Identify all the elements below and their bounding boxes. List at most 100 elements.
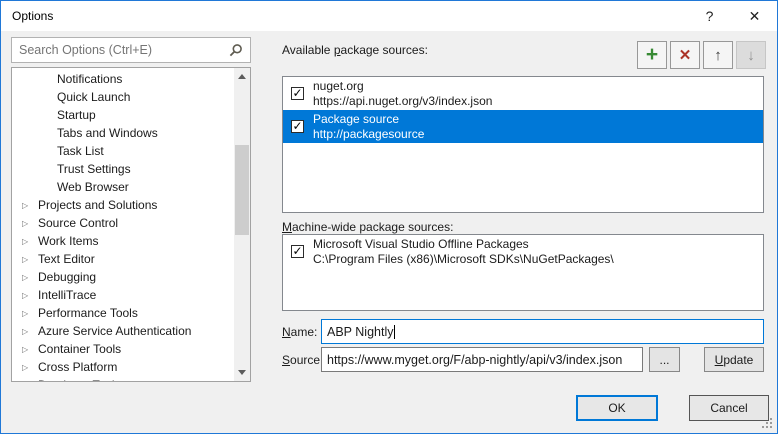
package-source-row[interactable]: ✓ Microsoft Visual Studio Offline Package… bbox=[283, 235, 763, 268]
tree-item-label: Task List bbox=[57, 144, 104, 158]
tree-item-cross-platform[interactable]: ▷Cross Platform bbox=[12, 358, 233, 376]
source-label: Source: bbox=[282, 353, 323, 367]
ok-label: OK bbox=[608, 401, 625, 415]
expand-arrow-icon[interactable]: ▷ bbox=[22, 219, 38, 228]
expand-arrow-icon[interactable]: ▷ bbox=[22, 291, 38, 300]
tree-item-label: Container Tools bbox=[38, 342, 121, 356]
delete-icon: ✕ bbox=[679, 48, 692, 63]
package-source-url: http://packagesource bbox=[313, 127, 424, 142]
move-down-button[interactable]: ↓ bbox=[736, 41, 766, 69]
tree-item-work-items[interactable]: ▷Work Items bbox=[12, 232, 233, 250]
browse-button[interactable]: ... bbox=[649, 347, 680, 372]
resize-grip[interactable] bbox=[761, 417, 773, 429]
tree-item-label: Debugging bbox=[38, 270, 96, 284]
checkbox-icon[interactable]: ✓ bbox=[291, 120, 304, 133]
tree-item-label: Azure Service Authentication bbox=[38, 324, 191, 338]
tree-item-label: Projects and Solutions bbox=[38, 198, 157, 212]
tree-item-source-control[interactable]: ▷Source Control bbox=[12, 214, 233, 232]
checkbox-icon[interactable]: ✓ bbox=[291, 245, 304, 258]
help-icon: ? bbox=[706, 8, 714, 24]
expand-arrow-icon[interactable]: ▷ bbox=[22, 327, 38, 336]
package-source-text: Microsoft Visual Studio Offline Packages… bbox=[313, 237, 614, 267]
add-source-button[interactable]: + bbox=[637, 41, 667, 69]
tree-item-label: Work Items bbox=[38, 234, 98, 248]
options-dialog: Options ? ✕ Search Options (Ctrl+E) Noti… bbox=[0, 0, 778, 434]
tree-item-label: Database Tools bbox=[38, 378, 121, 381]
tree-item-azure-service-authentication[interactable]: ▷Azure Service Authentication bbox=[12, 322, 233, 340]
expand-arrow-icon[interactable]: ▷ bbox=[22, 237, 38, 246]
tree-item-startup[interactable]: Startup bbox=[12, 106, 233, 124]
tree-item-trust-settings[interactable]: Trust Settings bbox=[12, 160, 233, 178]
tree-item-intellitrace[interactable]: ▷IntelliTrace bbox=[12, 286, 233, 304]
package-source-name: nuget.org bbox=[313, 79, 492, 94]
label-accel: M bbox=[282, 220, 292, 234]
machine-sources-label: Machine-wide package sources: bbox=[282, 220, 453, 234]
tree-item-label: Startup bbox=[57, 108, 96, 122]
name-input[interactable]: ABP Nightly bbox=[321, 319, 764, 344]
options-category-tree: Notifications Quick Launch Startup Tabs and… bbox=[11, 67, 251, 382]
label-text: ource: bbox=[290, 353, 323, 367]
title-bar: Options ? ✕ bbox=[1, 1, 777, 31]
tree-item-label: Tabs and Windows bbox=[57, 126, 158, 140]
scroll-up-icon[interactable] bbox=[234, 68, 250, 85]
tree-item-label: Web Browser bbox=[57, 180, 129, 194]
package-source-name: Package source bbox=[313, 112, 424, 127]
expand-arrow-icon[interactable]: ▷ bbox=[22, 201, 38, 210]
tree-item-container-tools[interactable]: ▷Container Tools bbox=[12, 340, 233, 358]
available-sources-list[interactable]: ✓nuget.orghttps://api.nuget.org/v3/index… bbox=[282, 76, 764, 213]
expand-arrow-icon[interactable]: ▷ bbox=[22, 381, 38, 382]
package-source-name: Microsoft Visual Studio Offline Packages bbox=[313, 237, 614, 252]
update-button[interactable]: Update bbox=[704, 347, 764, 372]
cancel-button[interactable]: Cancel bbox=[689, 395, 769, 421]
tree-item-database-tools[interactable]: ▷Database Tools bbox=[12, 376, 233, 381]
source-value: https://www.myget.org/F/abp-nightly/api/… bbox=[327, 353, 622, 367]
tree-item-debugging[interactable]: ▷Debugging bbox=[12, 268, 233, 286]
label-text: ackage sources: bbox=[341, 43, 428, 57]
close-button[interactable]: ✕ bbox=[732, 1, 777, 31]
update-label: Update bbox=[715, 353, 754, 367]
tree-item-performance-tools[interactable]: ▷Performance Tools bbox=[12, 304, 233, 322]
package-source-row[interactable]: ✓nuget.orghttps://api.nuget.org/v3/index… bbox=[283, 77, 763, 110]
available-sources-label: Available package sources: bbox=[282, 43, 428, 57]
search-placeholder: Search Options (Ctrl+E) bbox=[12, 43, 229, 57]
tree-item-label: Text Editor bbox=[38, 252, 95, 266]
expand-arrow-icon[interactable]: ▷ bbox=[22, 309, 38, 318]
source-input[interactable]: https://www.myget.org/F/abp-nightly/api/… bbox=[321, 347, 643, 372]
ok-button[interactable]: OK bbox=[576, 395, 658, 421]
scroll-down-icon[interactable] bbox=[234, 364, 250, 381]
name-label: Name: bbox=[282, 325, 317, 339]
tree-item-text-editor[interactable]: ▷Text Editor bbox=[12, 250, 233, 268]
tree-item-label: Quick Launch bbox=[57, 90, 130, 104]
scrollbar-thumb[interactable] bbox=[235, 145, 249, 235]
label-accel: S bbox=[282, 353, 290, 367]
package-source-text: Package sourcehttp://packagesource bbox=[313, 112, 424, 142]
tree-item-quick-launch[interactable]: Quick Launch bbox=[12, 88, 233, 106]
package-source-row[interactable]: ✓ Package sourcehttp://packagesource bbox=[283, 110, 763, 143]
search-icon bbox=[229, 43, 243, 57]
tree-item-task-list[interactable]: Task List bbox=[12, 142, 233, 160]
checkbox-icon[interactable]: ✓ bbox=[291, 87, 304, 100]
tree-item-label: Cross Platform bbox=[38, 360, 117, 374]
expand-arrow-icon[interactable]: ▷ bbox=[22, 363, 38, 372]
expand-arrow-icon[interactable]: ▷ bbox=[22, 255, 38, 264]
package-source-url: C:\Program Files (x86)\Microsoft SDKs\Nu… bbox=[313, 252, 614, 267]
remove-source-button[interactable]: ✕ bbox=[670, 41, 700, 69]
window-title: Options bbox=[1, 9, 53, 23]
tree-item-projects-and-solutions[interactable]: ▷Projects and Solutions bbox=[12, 196, 233, 214]
tree-scrollbar[interactable] bbox=[234, 68, 250, 381]
expand-arrow-icon[interactable]: ▷ bbox=[22, 273, 38, 282]
help-button[interactable]: ? bbox=[687, 1, 732, 31]
tree-item-tabs-and-windows[interactable]: Tabs and Windows bbox=[12, 124, 233, 142]
cancel-label: Cancel bbox=[710, 401, 747, 415]
search-input[interactable]: Search Options (Ctrl+E) bbox=[11, 37, 251, 63]
tree-rows: Notifications Quick Launch Startup Tabs and… bbox=[12, 70, 233, 381]
name-value: ABP Nightly bbox=[327, 325, 393, 339]
browse-label: ... bbox=[659, 353, 669, 367]
expand-arrow-icon[interactable]: ▷ bbox=[22, 345, 38, 354]
tree-item-label: IntelliTrace bbox=[38, 288, 96, 302]
label-accel: p bbox=[334, 43, 341, 57]
move-up-button[interactable]: ↑ bbox=[703, 41, 733, 69]
tree-item-notifications[interactable]: Notifications bbox=[12, 70, 233, 88]
tree-item-web-browser[interactable]: Web Browser bbox=[12, 178, 233, 196]
machine-sources-list[interactable]: ✓ Microsoft Visual Studio Offline Package… bbox=[282, 234, 764, 311]
